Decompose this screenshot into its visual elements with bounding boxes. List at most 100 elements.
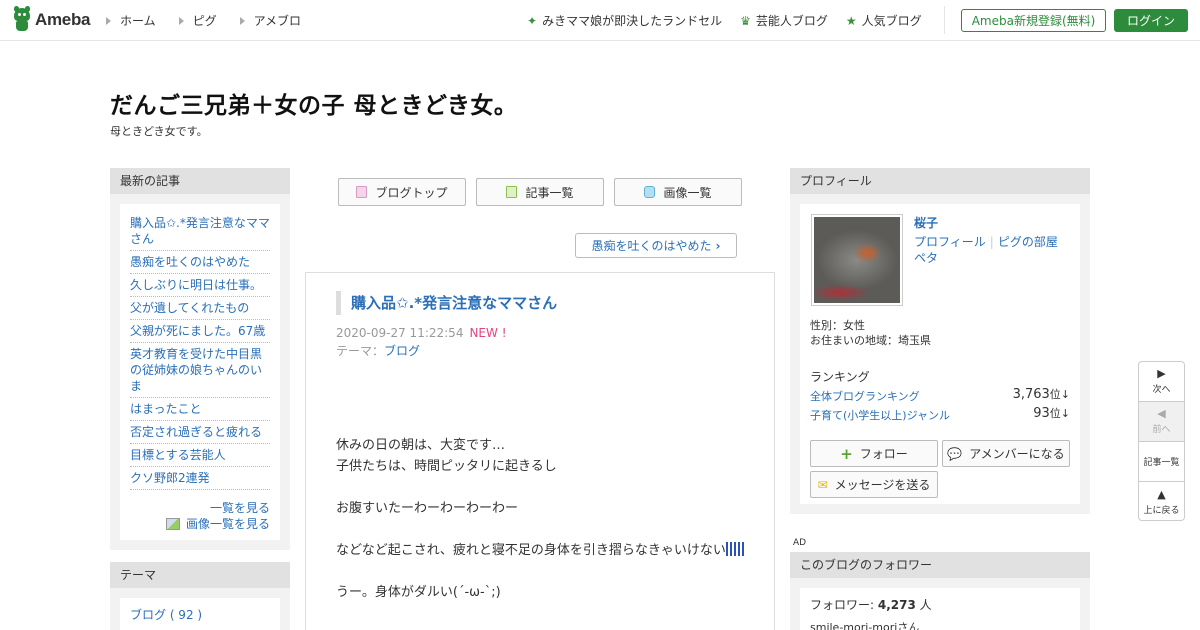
blog-title[interactable]: だんご三兄弟＋女の子 母ときどき女。 [110, 86, 517, 120]
list-item: はまったこと [130, 398, 270, 421]
prev-article-floating-button[interactable]: ◀ 前へ [1139, 402, 1184, 442]
sparkle-icon: ✦ [527, 13, 538, 28]
envelope-icon: ✉ [817, 477, 828, 492]
pigg-room-link[interactable]: ピグの部屋 [998, 235, 1058, 249]
article-title[interactable]: 購入品✩.*発言注意なママさん [336, 291, 557, 315]
speech-bubble-icon: 💬 [947, 446, 963, 461]
theme-heading: テーマ [110, 562, 290, 588]
ad-label: AD [793, 538, 807, 548]
see-all-articles-link[interactable]: 一覧を見る [210, 501, 270, 515]
ranking-heading: ランキング [810, 370, 870, 384]
back-to-top-button[interactable]: ▲ 上に戻る [1139, 482, 1184, 522]
document-icon [356, 186, 368, 198]
article-list-button[interactable]: 記事一覧 [476, 178, 604, 206]
nav-promo[interactable]: ✦ みきママ娘が即決したランドセル [527, 12, 722, 29]
profile-box: 桜子 プロフィール | ピグの部屋 ペタ 性別：女性 お住まいの地域：埼玉県 ランキ… [790, 194, 1090, 514]
header-nav-left: ホーム ピグ アメブロ [106, 12, 324, 29]
ranking-overall-value: 3,763位↓ [1012, 387, 1070, 402]
amember-button[interactable]: 💬 アメンバーになる [942, 440, 1070, 467]
send-message-button[interactable]: ✉ メッセージを送る [810, 471, 938, 498]
recent-article-link[interactable]: 愚痴を吐くのはやめた [130, 255, 250, 269]
peta-link[interactable]: ペタ [914, 251, 938, 265]
profile-heading: プロフィール [790, 168, 1090, 194]
article-theme-link[interactable]: ブログ [384, 344, 420, 358]
list-item: 愚痴を吐くのはやめた [130, 251, 270, 274]
list-item: 父親が死にました。67歳 [130, 320, 270, 343]
profile-links: プロフィール | ピグの部屋 ペタ [914, 235, 1058, 265]
nav-ameblo[interactable]: アメブロ [239, 12, 301, 29]
list-item: クソ野郎2連発 [130, 467, 270, 490]
ameba-mascot-icon [12, 6, 32, 32]
theme-blog-link[interactable]: ブログ ( 92 ) [130, 608, 202, 622]
triangle-right-icon [106, 16, 111, 25]
see-image-list-link[interactable]: 画像一覧を見る [186, 517, 270, 531]
ranking-genre-link[interactable]: 子育て(小学生以上)ジャンル [810, 409, 950, 422]
recent-articles-heading: 最新の記事 [110, 168, 290, 194]
tear-lines-emoji-icon [725, 542, 746, 556]
play-right-icon: ▶ [1157, 367, 1166, 380]
profile-info: 性別：女性 お住まいの地域：埼玉県 [810, 319, 931, 347]
crown-icon: ♛ [740, 13, 751, 28]
article-date: 2020-09-27 11:22:54 NEW ! [336, 326, 507, 340]
plus-icon: + [840, 444, 853, 463]
article-list-floating-button[interactable]: 記事一覧 [1139, 442, 1184, 482]
triangle-right-icon [239, 16, 245, 25]
blog-top-button[interactable]: ブログトップ [338, 178, 466, 206]
article: 購入品✩.*発言注意なママさん 2020-09-27 11:22:54 NEW !… [305, 272, 775, 630]
recent-article-link[interactable]: 目標とする芸能人 [130, 448, 226, 462]
floating-nav: ▶ 次へ ◀ 前へ 記事一覧 ▲ 上に戻る [1138, 361, 1185, 521]
nav-home[interactable]: ホーム [106, 12, 156, 29]
recent-articles-box: 購入品✩.*発言注意なママさん 愚痴を吐くのはやめた 久しぶりに明日は仕事。 父… [110, 194, 290, 550]
recent-article-link[interactable]: 購入品✩.*発言注意なママさん [130, 216, 270, 246]
list-item: 英才教育を受けた中目黒の従姉妹の娘ちゃんのいま [130, 343, 270, 398]
avatar-image [814, 217, 900, 303]
recent-article-link[interactable]: クソ野郎2連発 [130, 471, 210, 485]
recent-article-link[interactable]: 否定され過ぎると疲れる [130, 425, 262, 439]
avatar[interactable] [811, 214, 903, 306]
recent-article-link[interactable]: 父親が死にました。67歳 [130, 324, 265, 338]
blog-description: 母ときどき女です。 [110, 125, 208, 138]
recent-article-link[interactable]: 久しぶりに明日は仕事。 [130, 278, 262, 292]
down-arrow-icon: ↓ [1060, 388, 1070, 401]
copy-icon [506, 186, 518, 198]
list-item: 久しぶりに明日は仕事。 [130, 274, 270, 297]
follow-button[interactable]: + フォロー [810, 440, 938, 467]
next-article-button[interactable]: 愚痴を吐くのはやめた › [575, 233, 737, 258]
nav-celebrity-blog[interactable]: ♛ 芸能人ブログ [740, 12, 828, 29]
new-badge: NEW ! [469, 326, 507, 340]
list-item: 否定され過ぎると疲れる [130, 421, 270, 444]
image-list-button[interactable]: 画像一覧 [614, 178, 742, 206]
ameba-logo[interactable]: Ameba [12, 6, 91, 32]
next-article-floating-button[interactable]: ▶ 次へ [1139, 362, 1184, 402]
article-body: 休みの日の朝は、大変です… 子供たちは、時間ピッタリに起きるし お腹すいたーわーわ… [336, 435, 746, 624]
ranking-genre: 子育て(小学生以上)ジャンル 93位↓ [810, 406, 1070, 423]
triangle-up-icon: ▲ [1157, 487, 1166, 501]
global-header: Ameba ホーム ピグ アメブロ ✦ みきママ娘が即決したランドセル ♛ 芸能人ブ… [0, 0, 1200, 41]
profile-name[interactable]: 桜子 [914, 214, 938, 231]
profile-link[interactable]: プロフィール [914, 235, 986, 249]
list-item: 父が遺してくれたもの [130, 297, 270, 320]
recent-article-link[interactable]: 英才教育を受けた中目黒の従姉妹の娘ちゃんのいま [130, 347, 262, 393]
nav-popular-blog[interactable]: ★ 人気ブログ [846, 12, 922, 29]
logo-text: Ameba [35, 10, 91, 29]
recent-articles-list: 購入品✩.*発言注意なママさん 愚痴を吐くのはやめた 久しぶりに明日は仕事。 父… [130, 212, 270, 490]
triangle-right-icon [178, 16, 184, 25]
ranking-overall-link[interactable]: 全体ブログランキング [810, 390, 920, 403]
ranking-overall: 全体ブログランキング 3,763位↓ [810, 387, 1070, 404]
register-button[interactable]: Ameba新規登録(無料) [961, 9, 1106, 32]
ranking-genre-value: 93位↓ [1033, 406, 1070, 421]
nav-pigg[interactable]: ピグ [178, 12, 217, 29]
login-button[interactable]: ログイン [1114, 9, 1188, 32]
recent-article-link[interactable]: 父が遺してくれたもの [130, 301, 249, 315]
play-left-icon: ◀ [1157, 407, 1166, 420]
list-item: 購入品✩.*発言注意なママさん [130, 212, 270, 251]
header-divider [944, 6, 945, 34]
chevron-right-icon: › [715, 238, 721, 253]
down-arrow-icon: ↓ [1060, 407, 1070, 420]
recent-article-link[interactable]: はまったこと [130, 402, 202, 416]
header-nav-right: ✦ みきママ娘が即決したランドセル ♛ 芸能人ブログ ★ 人気ブログ [527, 12, 940, 29]
followers-count: フォロワー: 4,273 人 [810, 598, 932, 612]
follower-user[interactable]: smile-mori-moriさん [810, 619, 1070, 630]
star-icon: ★ [845, 13, 857, 28]
followers-heading: このブログのフォロワー [790, 552, 1090, 578]
